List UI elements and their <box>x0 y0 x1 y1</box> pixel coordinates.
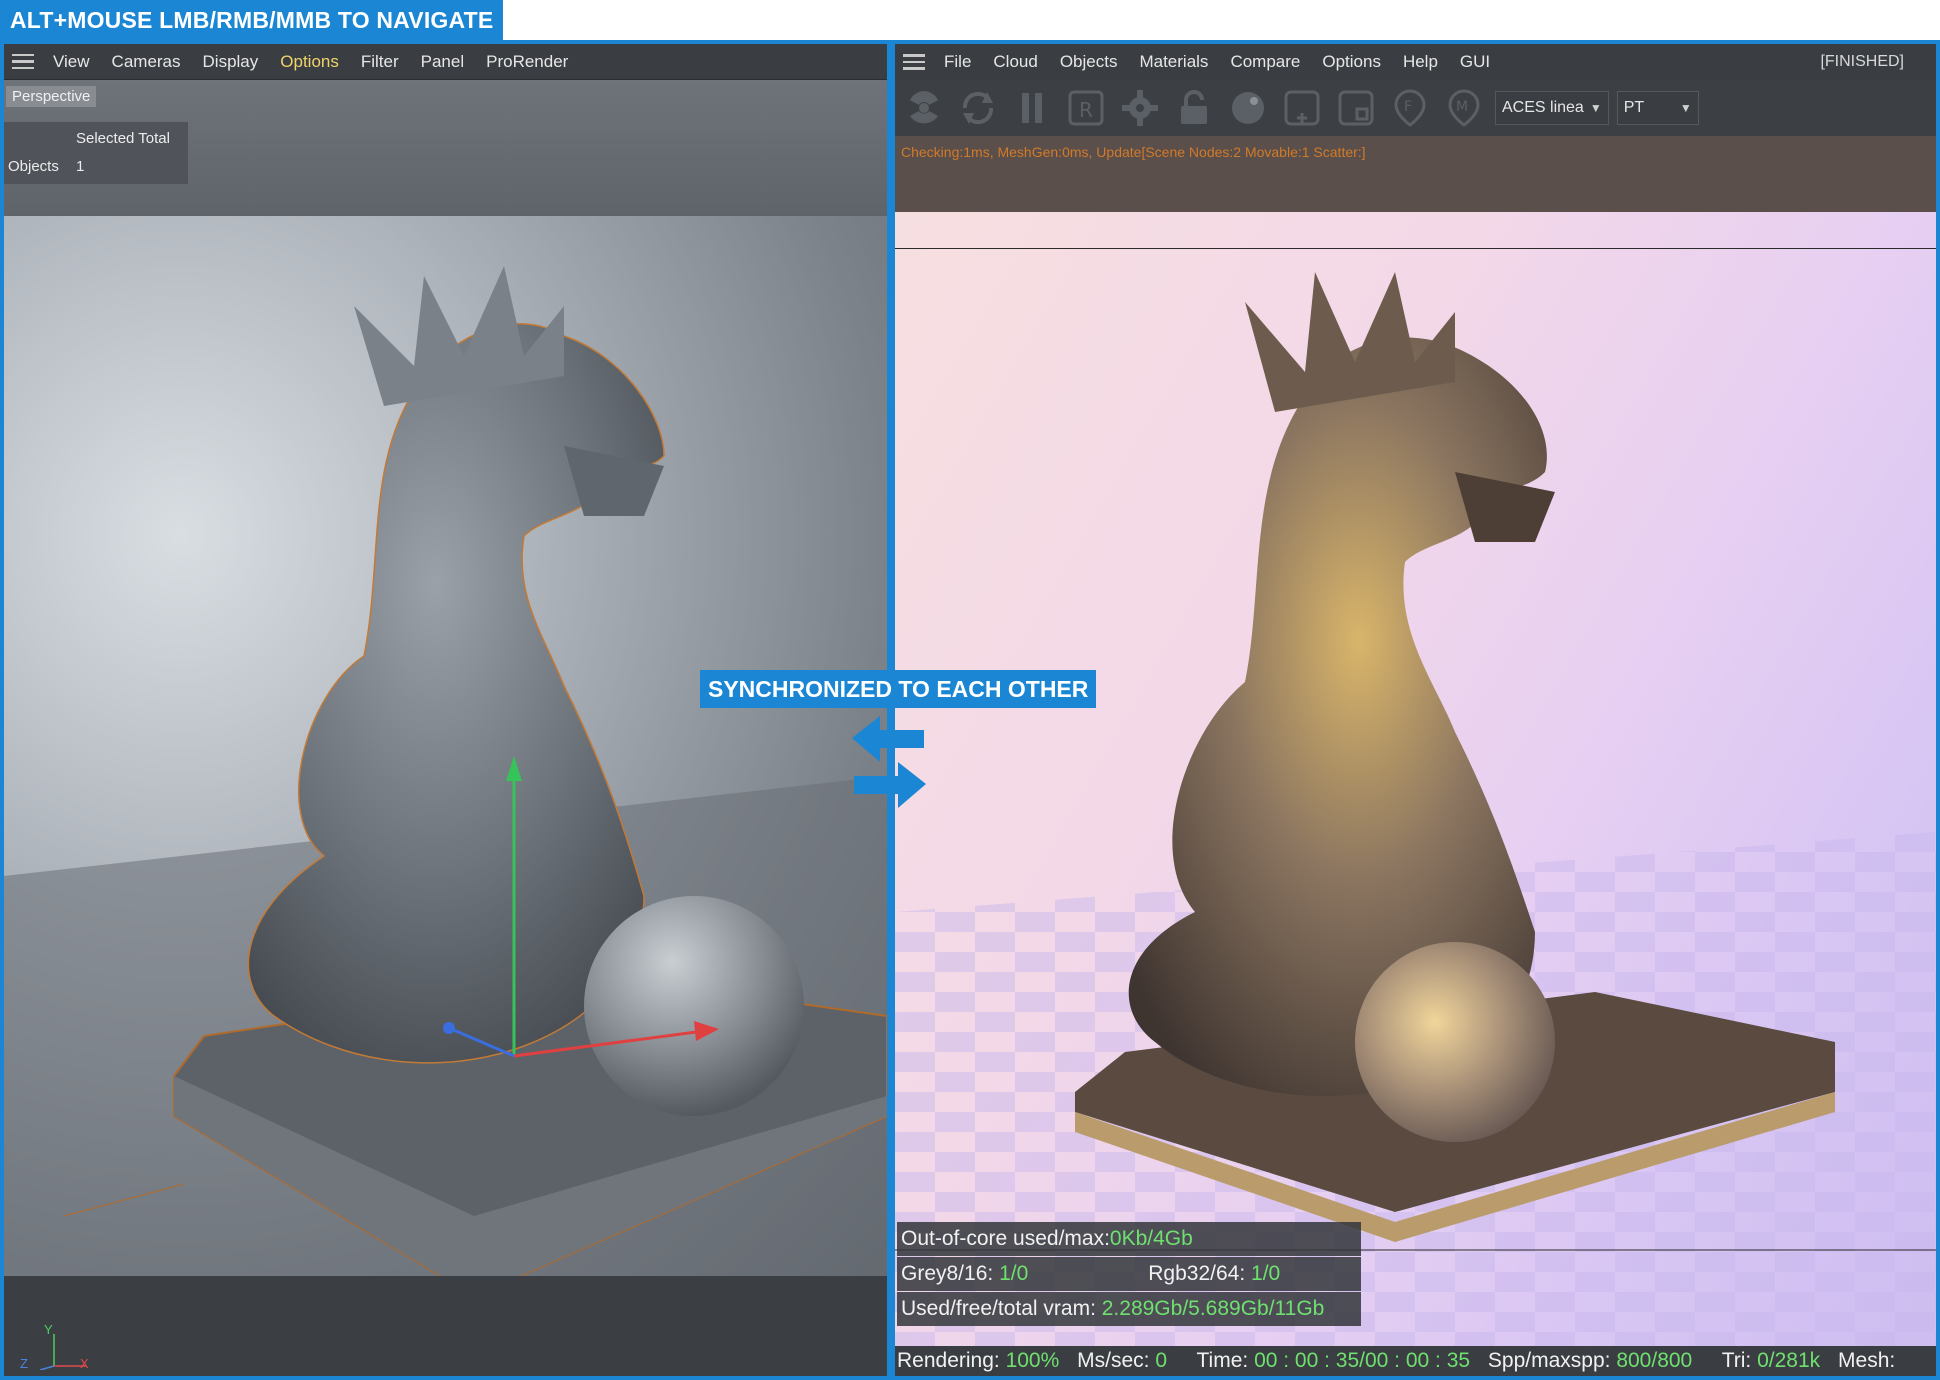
lock-icon[interactable] <box>1171 85 1217 131</box>
sync-label: SYNCHRONIZED TO EACH OTHER <box>700 670 1097 708</box>
time-label: Time: <box>1196 1349 1249 1372</box>
menu-compare[interactable]: Compare <box>1219 44 1311 80</box>
menu-help[interactable]: Help <box>1392 44 1449 80</box>
vram-label: Used/free/total vram: <box>901 1297 1096 1320</box>
selection-stats: Selected Total Objects 1 <box>4 122 188 184</box>
svg-text:M: M <box>1456 99 1468 115</box>
svg-text:F: F <box>1404 99 1412 115</box>
spp-label: Spp/maxspp: <box>1487 1349 1611 1372</box>
grey-value: 1/0 <box>999 1262 1029 1285</box>
refresh-icon[interactable] <box>955 85 1001 131</box>
grey-label: Grey8/16: <box>901 1262 994 1285</box>
render-image[interactable] <box>895 212 1936 1352</box>
settings-gear-icon[interactable] <box>1117 85 1163 131</box>
kernel-value: PT <box>1623 99 1645 116</box>
menu-prorender[interactable]: ProRender <box>475 44 579 80</box>
svg-text:R: R <box>1079 98 1093 122</box>
ooc-value: 0Kb/4Gb <box>1109 1227 1193 1250</box>
tri-value: 0/281k <box>1757 1349 1821 1372</box>
vram-row: Used/free/total vram: 2.289Gb/5.689Gb/11… <box>897 1292 1361 1326</box>
render-menubar: File Cloud Objects Materials Compare Opt… <box>895 44 1936 80</box>
chevron-down-icon: ▼ <box>1589 101 1602 115</box>
add-icon[interactable] <box>1279 85 1325 131</box>
stats-objects-label: Objects <box>8 158 59 175</box>
menu-file[interactable]: File <box>933 44 982 80</box>
viewport-camera-label[interactable]: Perspective <box>6 86 97 107</box>
viewport-panel[interactable]: View Cameras Display Options Filter Pane… <box>4 44 887 1376</box>
menu-filter[interactable]: Filter <box>350 44 410 80</box>
menu-materials[interactable]: Materials <box>1128 44 1219 80</box>
rendering-value: 100% <box>1005 1349 1060 1372</box>
menu-render-options[interactable]: Options <box>1311 44 1392 80</box>
navigation-hint-banner: ALT+MOUSE LMB/RMB/MMB TO NAVIGATE <box>0 0 504 40</box>
axis-y-label: Y <box>44 1322 53 1337</box>
chevron-down-icon: ▼ <box>1679 101 1692 115</box>
menu-objects[interactable]: Objects <box>1049 44 1129 80</box>
kernel-select[interactable]: PT ▼ <box>1616 91 1699 125</box>
menu-gui[interactable]: GUI <box>1449 44 1501 80</box>
render-progress-bar: Rendering: 100% Ms/sec: 0 Time: 00 : 00 … <box>895 1346 1936 1376</box>
menu-cloud[interactable]: Cloud <box>982 44 1048 80</box>
vram-value: 2.289Gb/5.689Gb/11Gb <box>1101 1297 1325 1320</box>
menu-display[interactable]: Display <box>192 44 270 80</box>
stats-objects-value: 1 <box>76 158 85 175</box>
render-viewer-panel[interactable]: File Cloud Objects Materials Compare Opt… <box>895 44 1936 1376</box>
dragon-model-gray <box>4 266 887 1276</box>
viewport-menu-icon[interactable] <box>4 44 42 80</box>
render-menu-icon[interactable] <box>895 44 933 80</box>
menu-view[interactable]: View <box>42 44 101 80</box>
render-region-line <box>895 248 1936 249</box>
render-info-strip: Checking:1ms, MeshGen:0ms, Update[Scene … <box>895 136 1936 212</box>
render-toolbar: R F M ACES linea ▼ PT ▼ <box>895 80 1936 136</box>
ooc-row: Out-of-core used/max:0Kb/4Gb <box>897 1222 1361 1256</box>
axis-z-label: Z <box>20 1356 28 1371</box>
time-value: 00 : 00 : 35/00 : 00 : 35 <box>1254 1349 1471 1372</box>
rendering-label: Rendering: <box>897 1349 1000 1372</box>
mesh-label: Mesh: <box>1838 1349 1896 1372</box>
radiation-icon[interactable] <box>901 85 947 131</box>
render-memory-info: Out-of-core used/max:0Kb/4Gb Grey8/16: 1… <box>897 1222 1361 1327</box>
mssec-value: 0 <box>1155 1349 1168 1372</box>
clay-icon[interactable] <box>1333 85 1379 131</box>
viewport-footer <box>4 1276 887 1376</box>
rgb-label: Rgb32/64: <box>1148 1262 1246 1285</box>
menu-panel[interactable]: Panel <box>410 44 475 80</box>
menu-options[interactable]: Options <box>269 44 350 80</box>
region-icon[interactable]: R <box>1063 85 1109 131</box>
tri-label: Tri: <box>1721 1349 1752 1372</box>
spp-value: 800/800 <box>1616 1349 1693 1372</box>
axis-x-label: X <box>80 1356 89 1371</box>
material-pin-icon[interactable]: M <box>1441 85 1487 131</box>
viewport-scene[interactable] <box>4 216 887 1276</box>
focus-pin-icon[interactable]: F <box>1387 85 1433 131</box>
viewport-menubar: View Cameras Display Options Filter Pane… <box>4 44 887 80</box>
material-ball-icon[interactable] <box>1225 85 1271 131</box>
rgb-value: 1/0 <box>1251 1262 1281 1285</box>
dragon-render-gold <box>895 272 1936 1352</box>
ooc-label: Out-of-core used/max: <box>901 1227 1110 1250</box>
pause-icon[interactable] <box>1009 85 1055 131</box>
colorspace-value: ACES linea <box>1502 99 1584 116</box>
stats-header: Selected Total <box>76 130 170 147</box>
texture-count-row: Grey8/16: 1/0 Rgb32/64: 1/0 <box>897 1257 1361 1291</box>
menu-cameras[interactable]: Cameras <box>101 44 192 80</box>
colorspace-select[interactable]: ACES linea ▼ <box>1495 91 1609 125</box>
render-status-finished: [FINISHED] <box>1820 53 1904 70</box>
render-timing-text: Checking:1ms, MeshGen:0ms, Update[Scene … <box>901 144 1366 160</box>
mssec-label: Ms/sec: <box>1077 1349 1150 1372</box>
sync-arrows-icon <box>852 716 926 808</box>
